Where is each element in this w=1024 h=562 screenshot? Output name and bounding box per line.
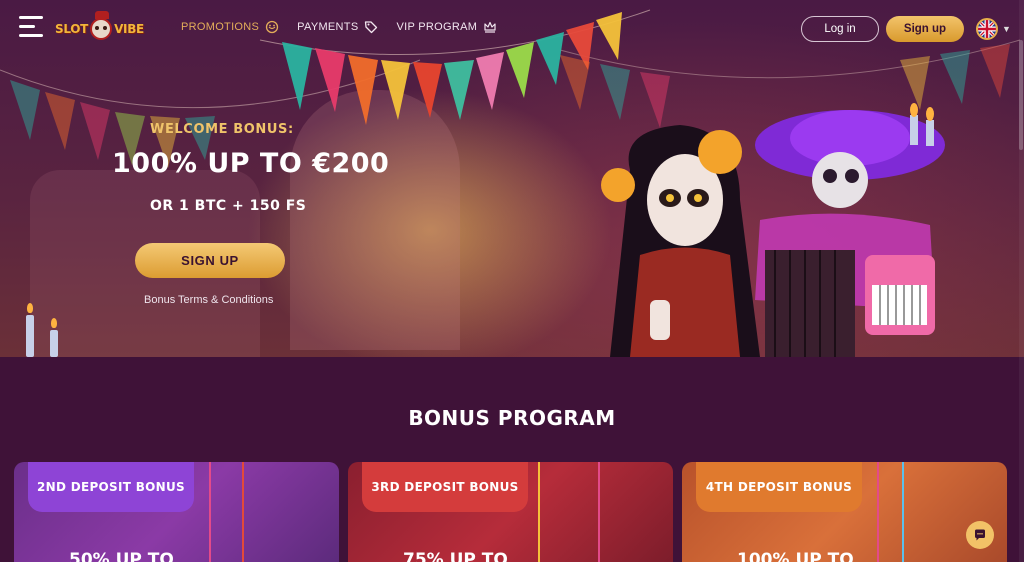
language-selector[interactable]: ▼ <box>976 18 1011 40</box>
main-nav: PROMOTIONS PAYMENTS VIP PROGRAM <box>181 20 497 34</box>
bonus-card-value: 50% UP TO <box>69 550 174 562</box>
decoration-string <box>598 462 600 562</box>
chili-icon <box>266 20 279 34</box>
candle-decoration <box>26 303 34 357</box>
nav-item-payments[interactable]: PAYMENTS <box>297 20 378 34</box>
crown-icon <box>484 21 496 33</box>
nav-item-promotions[interactable]: PROMOTIONS <box>181 20 279 34</box>
candle-decoration <box>50 318 58 357</box>
nav-label-vip-program: VIP PROGRAM <box>396 21 478 33</box>
welcome-bonus-label: WELCOME BONUS: <box>150 122 294 137</box>
logo-skull-icon <box>90 18 113 40</box>
chat-bubble-icon <box>975 529 985 541</box>
bonus-card-tag: 2ND DEPOSIT BONUS <box>28 462 194 512</box>
bonus-terms-link[interactable]: Bonus Terms & Conditions <box>144 294 273 306</box>
bonus-card-3rd-deposit[interactable]: 3RD DEPOSIT BONUS 75% UP TO <box>348 462 673 562</box>
decoration-string <box>877 462 879 562</box>
bonus-card-2nd-deposit[interactable]: 2ND DEPOSIT BONUS 50% UP TO <box>14 462 339 562</box>
top-header: SLOT VIBE PROMOTIONS PAYMENTS VIP PROGRA… <box>0 0 1024 58</box>
uk-flag-icon <box>976 18 998 40</box>
chevron-down-icon: ▼ <box>1002 24 1011 34</box>
welcome-bonus-amount: 100% UP TO €200 <box>112 148 390 179</box>
bonus-card-tag: 3RD DEPOSIT BONUS <box>362 462 528 512</box>
decoration-string <box>242 462 244 562</box>
menu-icon[interactable] <box>19 16 43 38</box>
live-chat-button[interactable] <box>966 521 994 549</box>
tag-icon <box>365 21 378 34</box>
logo-text-left: SLOT <box>55 22 89 36</box>
nav-item-vip-program[interactable]: VIP PROGRAM <box>396 20 497 34</box>
bonus-program-title: BONUS PROGRAM <box>408 406 616 430</box>
decoration-string <box>209 462 211 562</box>
decoration-string <box>902 462 904 562</box>
decoration-string <box>538 462 540 562</box>
login-button[interactable]: Log in <box>801 16 879 42</box>
welcome-bonus-crypto: OR 1 BTC + 150 FS <box>150 198 307 214</box>
nav-label-payments: PAYMENTS <box>297 21 359 33</box>
nav-label-promotions: PROMOTIONS <box>181 21 260 33</box>
bonus-card-value: 75% UP TO <box>403 550 508 562</box>
logo-hat-icon <box>95 11 109 19</box>
bonus-card-tag: 4TH DEPOSIT BONUS <box>696 462 862 512</box>
site-logo[interactable]: SLOT VIBE <box>55 11 147 44</box>
bonus-card-4th-deposit[interactable]: 4TH DEPOSIT BONUS 100% UP TO <box>682 462 1007 562</box>
logo-text-right: VIBE <box>114 22 144 36</box>
signup-button[interactable]: Sign up <box>886 16 964 42</box>
hero-signup-button[interactable]: SIGN UP <box>135 243 285 278</box>
bonus-card-value: 100% UP TO <box>737 550 854 562</box>
hero-characters-illustration <box>601 103 945 357</box>
